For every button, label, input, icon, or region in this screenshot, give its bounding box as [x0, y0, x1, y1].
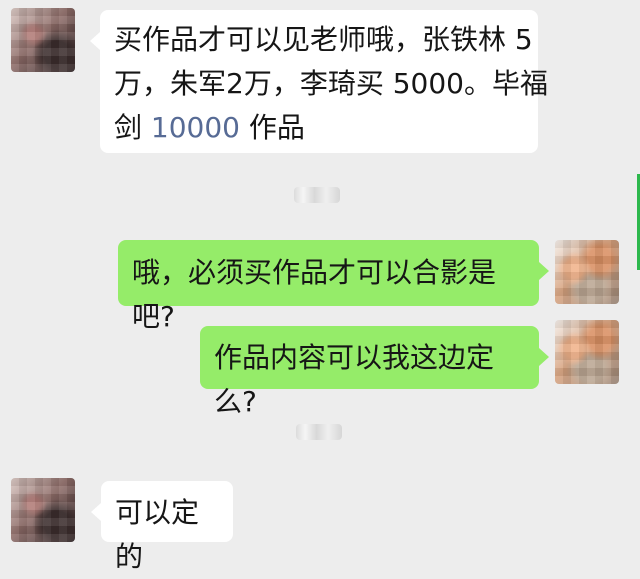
message-line-1: 买作品才可以见老师哦，张铁林 5 — [114, 23, 533, 56]
message-line-2: 万，朱军2万，李琦买 5000。毕福 — [114, 67, 548, 100]
message-line-3: 剑 10000 作品 — [114, 106, 524, 150]
message-text-part: 剑 — [114, 111, 143, 144]
avatar-right-2 — [555, 320, 619, 384]
message-text: 可以定的 — [115, 496, 200, 573]
message-bubble-left-2: 可以定的 — [91, 481, 233, 573]
avatar-right-1 — [555, 240, 619, 304]
avatar-left-2 — [11, 478, 75, 542]
message-bubble-left-1: 买作品才可以见老师哦，张铁林 5 万，朱军2万，李琦买 5000。毕福 剑 10… — [90, 10, 548, 153]
avatar-left-1 — [11, 8, 75, 72]
timestamp-1 — [294, 187, 340, 203]
message-bubble-right-1: 哦，必须买作品才可以合影是吧? — [118, 240, 549, 333]
message-text: 作品内容可以我这边定么? — [214, 341, 495, 418]
message-text: 哦，必须买作品才可以合影是吧? — [132, 256, 497, 333]
message-text-part: 作品 — [248, 111, 305, 144]
timestamp-2 — [296, 424, 342, 440]
message-bubble-right-2: 作品内容可以我这边定么? — [200, 326, 549, 418]
message-highlight-number: 10000 — [150, 111, 240, 144]
